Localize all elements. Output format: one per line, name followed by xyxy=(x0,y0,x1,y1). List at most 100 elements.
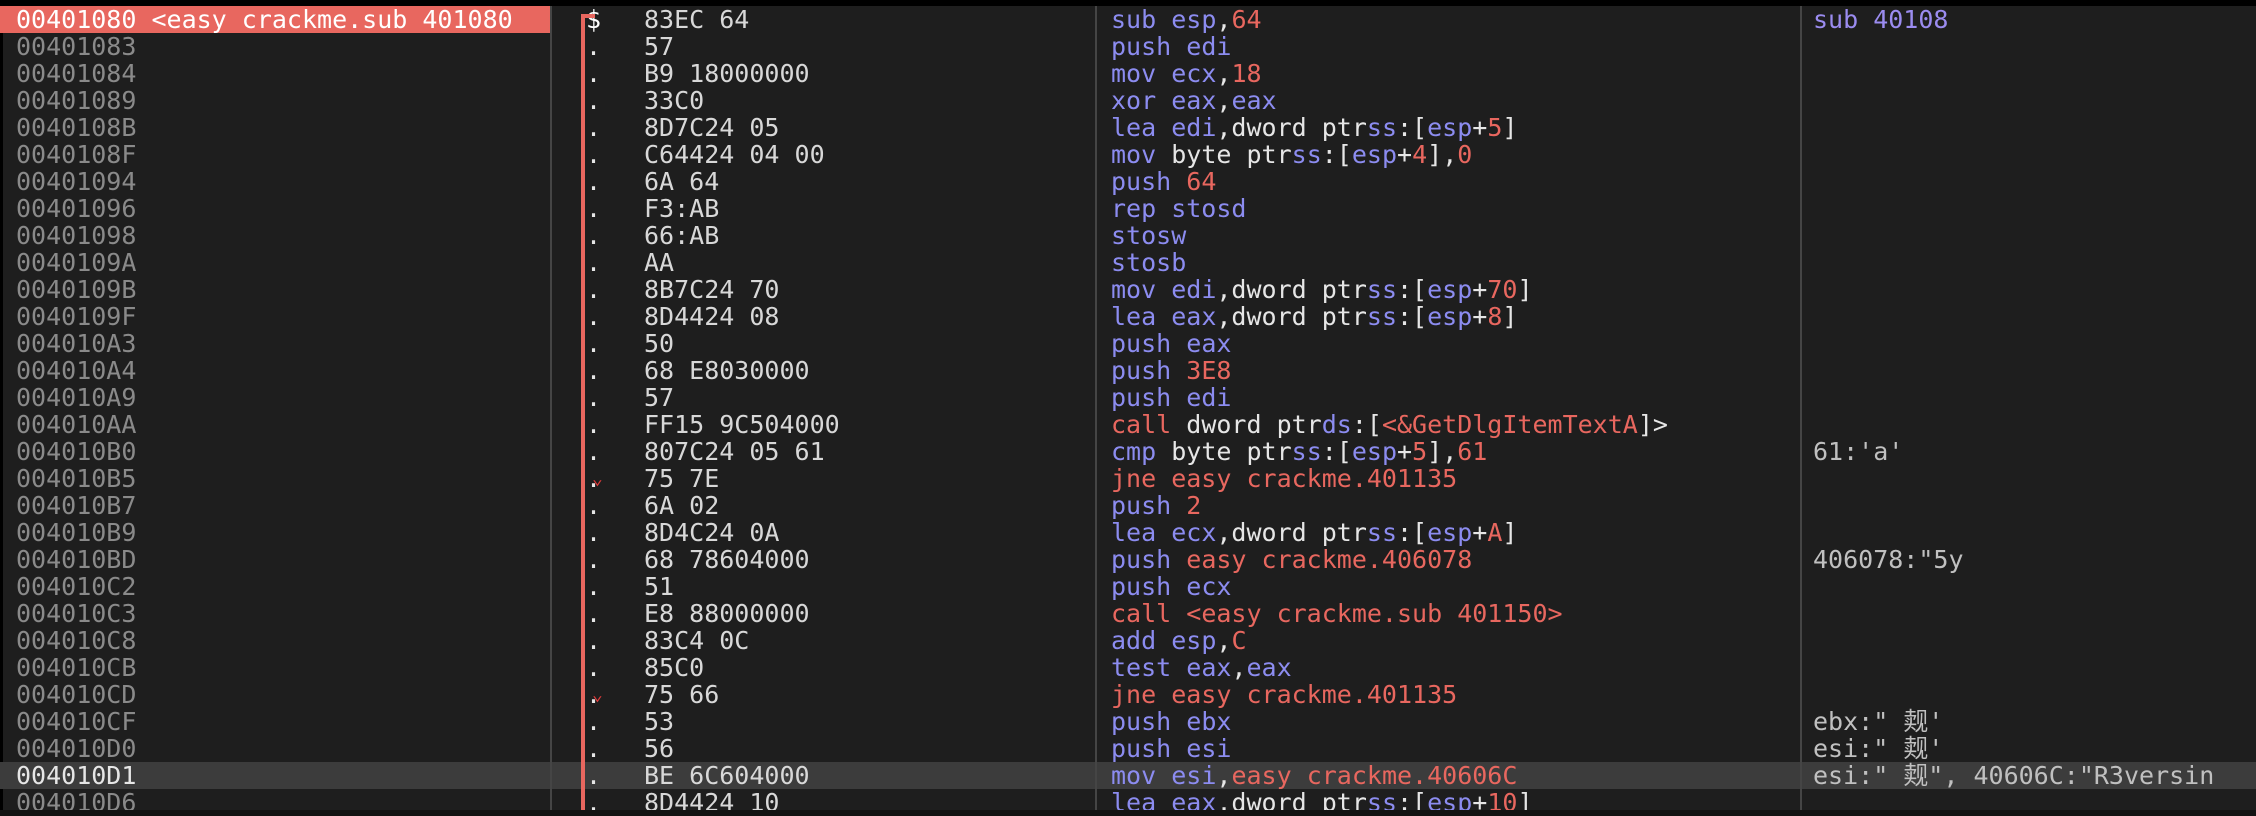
address-cell: 004010D1 xyxy=(16,762,137,789)
disasm-row[interactable]: 004010B5 . ⌄ 75 7E jne easy_crackme.401135 xyxy=(0,465,2256,492)
instruction-cell: jne easy_crackme.401135 xyxy=(1111,681,1801,708)
instruction-cell: mov byte ptrss:[esp+4],0 xyxy=(1111,141,1801,168)
instruction-token: esp xyxy=(1351,438,1398,465)
instruction-token: lea xyxy=(1111,114,1172,141)
instruction-marker: . xyxy=(586,411,602,438)
address-cell: 004010B0 xyxy=(16,438,137,465)
function-bracket xyxy=(581,14,585,816)
instruction-cell: push easy_crackme.406078 xyxy=(1111,546,1801,573)
instruction-marker: . xyxy=(586,519,602,546)
comment-cell xyxy=(1813,384,2256,411)
bytes-cell: 6A 02 xyxy=(644,492,720,519)
disasm-row[interactable]: 0040108F. C64424 04 00 mov byte ptrss:[esp… xyxy=(0,141,2256,168)
bytes-cell: 57 xyxy=(644,33,675,60)
instruction-cell: add esp,C xyxy=(1111,627,1801,654)
disasm-row[interactable]: 00401089. 33C0 xor eax,eax xyxy=(0,87,2256,114)
instruction-token: call xyxy=(1111,600,1187,627)
disasm-row[interactable]: 004010BD. 68 78604000 push easy_crackme.40… xyxy=(0,546,2256,573)
instruction-token: , xyxy=(1231,654,1247,681)
address-cell: 004010B5 xyxy=(16,465,137,492)
instruction-token: push xyxy=(1111,384,1187,411)
instruction-token: ]> xyxy=(1637,411,1668,438)
instruction-cell: stosw xyxy=(1111,222,1801,249)
instruction-marker: . xyxy=(586,168,602,195)
address-cell: 004010A3 xyxy=(16,330,137,357)
instruction-token: + xyxy=(1472,303,1488,330)
disasm-row[interactable]: 0040109F. 8D4424 08 lea eax,dword ptrss:[e… xyxy=(0,303,2256,330)
instruction-token: easy_crackme.40606C xyxy=(1231,762,1518,789)
instruction-token: ] xyxy=(1502,303,1518,330)
instruction-token: jne easy_crackme.401135 xyxy=(1111,681,1458,708)
disasm-row[interactable]: 004010C3. E8 88000000 call <easy_crackme.s… xyxy=(0,600,2256,627)
disasm-row[interactable]: 00401096. F3:AB rep stosd xyxy=(0,195,2256,222)
gutter-cell: . xyxy=(556,762,616,789)
comment-cell xyxy=(1813,330,2256,357)
instruction-token: esp xyxy=(1427,276,1473,303)
instruction-marker: . xyxy=(586,654,602,681)
instruction-token: ,dword ptr xyxy=(1216,303,1367,330)
disasm-row[interactable]: 00401084. B9 18000000 mov ecx,18 xyxy=(0,60,2256,87)
disasm-row[interactable]: 004010A3. 50 push eax xyxy=(0,330,2256,357)
instruction-marker: . xyxy=(586,573,602,600)
disasm-row[interactable]: 004010C2. 51 push ecx xyxy=(0,573,2256,600)
instruction-cell: test eax,eax xyxy=(1111,654,1801,681)
gutter-cell: . ⌄ xyxy=(556,465,616,492)
gutter-cell: . xyxy=(556,546,616,573)
disasm-row-selected[interactable]: 004010D1. BE 6C604000 mov esi,easy_crackme… xyxy=(0,762,2256,789)
column-divider-instruction xyxy=(1800,0,1802,816)
instruction-token: + xyxy=(1472,519,1488,546)
disasm-row[interactable]: 004010CF. 53 push ebx ebx:" 觌' xyxy=(0,708,2256,735)
disasm-row[interactable]: 004010A4. 68 E8030000 push 3E8 xyxy=(0,357,2256,384)
instruction-token: <easy_crackme.sub_401150> xyxy=(1186,600,1563,627)
bytes-cell: FF15 9C504000 xyxy=(644,411,840,438)
disasm-row[interactable]: 004010AA. FF15 9C504000 call dword ptrds:[… xyxy=(0,411,2256,438)
instruction-token: esi xyxy=(1186,735,1232,762)
instruction-marker: . xyxy=(586,357,602,384)
instruction-token: eax xyxy=(1186,654,1232,681)
disasm-row[interactable]: 004010B7. 6A 02 push 2 xyxy=(0,492,2256,519)
disasm-row[interactable]: 004010B9. 8D4C24 0A lea ecx,dword ptrss:[e… xyxy=(0,519,2256,546)
instruction-token: ,dword ptr xyxy=(1216,519,1367,546)
address-cell: 0040108F xyxy=(16,141,137,168)
instruction-token: + xyxy=(1472,276,1488,303)
instruction-token: :[ xyxy=(1397,519,1428,546)
disasm-row[interactable]: 004010D0. 56 push esi esi:" 觌' xyxy=(0,735,2256,762)
disasm-row[interactable]: 004010B0. 807C24 05 61 cmp byte ptrss:[esp… xyxy=(0,438,2256,465)
disasm-row[interactable]: 0040109A. AA stosb xyxy=(0,249,2256,276)
instruction-token: <&GetDlgItemTextA xyxy=(1381,411,1638,438)
disasm-row[interactable]: 00401080 <easy_crackme.sub_401080 $83EC 6… xyxy=(0,6,2256,33)
gutter-cell: . xyxy=(556,600,616,627)
bytes-cell: 83EC 64 xyxy=(644,6,750,33)
instruction-token: ss xyxy=(1291,141,1322,168)
instruction-token: push xyxy=(1111,573,1187,600)
disasm-row[interactable]: 004010A9. 57 push edi xyxy=(0,384,2256,411)
instruction-cell: push eax xyxy=(1111,330,1801,357)
disasm-row[interactable]: 004010CB. 85C0 test eax,eax xyxy=(0,654,2256,681)
instruction-token: mov xyxy=(1111,141,1172,168)
top-edge xyxy=(0,0,2256,6)
disasm-row[interactable]: 0040109B. 8B7C24 70 mov edi,dword ptrss:[e… xyxy=(0,276,2256,303)
disasm-row[interactable]: 0040108B. 8D7C24 05 lea edi,dword ptrss:[e… xyxy=(0,114,2256,141)
gutter-cell: . xyxy=(556,627,616,654)
disasm-row[interactable]: 004010C8. 83C4 0C add esp,C xyxy=(0,627,2256,654)
comment-cell xyxy=(1813,222,2256,249)
gutter-cell: . ⌄ xyxy=(556,681,616,708)
bytes-cell: 33C0 xyxy=(644,87,705,114)
instruction-token: edi xyxy=(1186,33,1232,60)
address-cell: 004010D0 xyxy=(16,735,137,762)
instruction-token: 70 xyxy=(1487,276,1518,303)
disasm-row[interactable]: 00401083. 57 push edi xyxy=(0,33,2256,60)
comment-cell: 61:'a' xyxy=(1813,438,1904,465)
disasm-row[interactable]: 00401094. 6A 64 push 64 xyxy=(0,168,2256,195)
instruction-marker: . xyxy=(586,438,602,465)
instruction-token: ,dword ptr xyxy=(1216,114,1367,141)
instruction-token: eax xyxy=(1231,87,1277,114)
disassembly-view[interactable]: 00401080 <easy_crackme.sub_401080 $83EC 6… xyxy=(0,0,2256,816)
comment-cell xyxy=(1813,195,2256,222)
gutter-cell: . xyxy=(556,87,616,114)
gutter-cell: . xyxy=(556,492,616,519)
disasm-row[interactable]: 00401098. 66:AB stosw xyxy=(0,222,2256,249)
instruction-token: ], xyxy=(1427,141,1458,168)
disasm-row[interactable]: 004010CD . ⌄ 75 66 jne easy_crackme.401135 xyxy=(0,681,2256,708)
bytes-cell: 6A 64 xyxy=(644,168,720,195)
